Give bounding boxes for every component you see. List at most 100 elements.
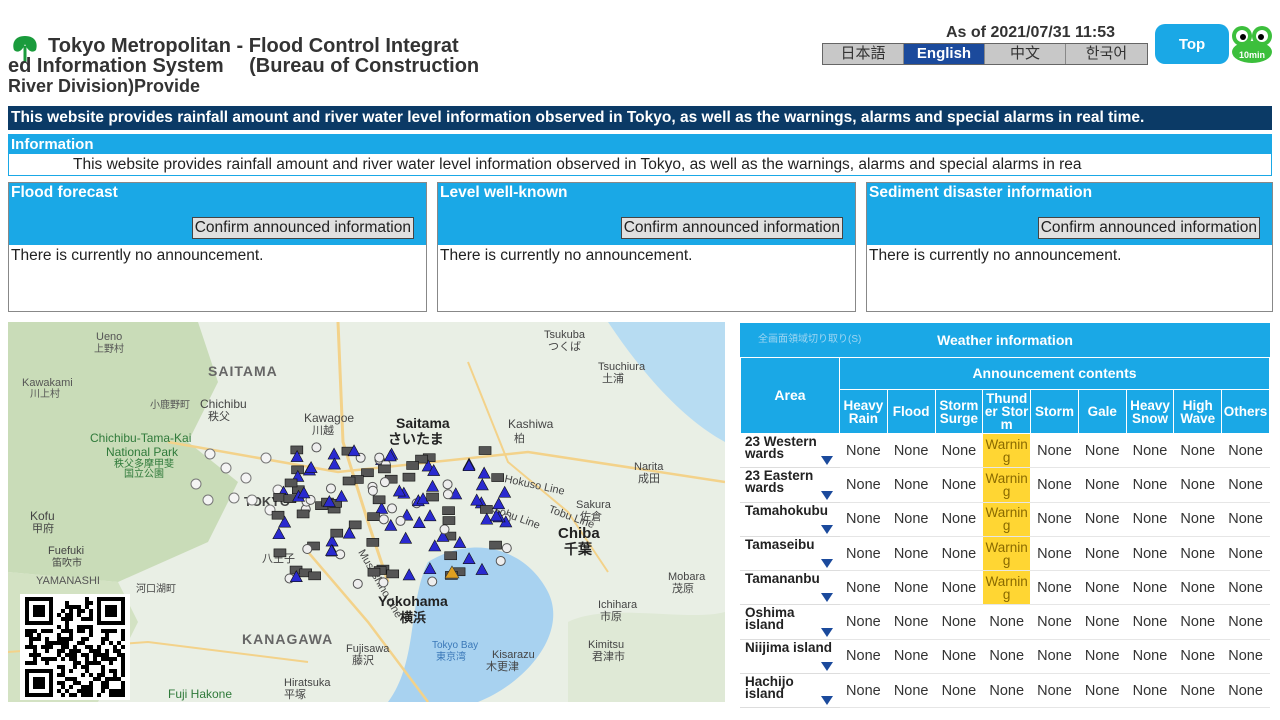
map-label: Sakura (576, 499, 612, 511)
camera-marker-icon[interactable] (478, 446, 492, 455)
camera-marker-icon[interactable] (444, 551, 457, 561)
camera-marker-icon[interactable] (489, 540, 502, 550)
language-chinese[interactable]: 中文 (985, 44, 1066, 64)
camera-marker-icon[interactable] (271, 510, 285, 520)
camera-marker-icon[interactable] (480, 505, 493, 514)
area-cell[interactable]: Tamaseibu (740, 535, 840, 572)
language-japanese[interactable]: 日本語 (823, 44, 904, 64)
camera-marker-icon[interactable] (308, 571, 321, 581)
rain-gauge-marker-icon[interactable] (378, 514, 389, 525)
area-cell[interactable]: Niijima island (740, 638, 840, 675)
value-cell: None (1125, 535, 1175, 572)
value-cell: None (1173, 673, 1223, 709)
map-label: 藤沢 (352, 653, 374, 667)
value-cell: None (1173, 638, 1223, 675)
rain-gauge-marker-icon[interactable] (302, 543, 313, 554)
map-label: Ueno (96, 331, 122, 343)
qr-code[interactable] (20, 594, 130, 700)
map-label: 平塚 (284, 688, 306, 701)
expand-triangle-icon[interactable] (821, 627, 833, 637)
area-cell[interactable]: Tamahokubu (740, 501, 840, 537)
rain-gauge-marker-icon[interactable] (367, 485, 378, 496)
expand-triangle-icon[interactable] (821, 490, 833, 500)
expand-triangle-icon[interactable] (821, 593, 833, 603)
area-name: Tamananbu (745, 571, 820, 587)
panel-title: Level well-known (440, 184, 568, 201)
value-cell: None (1125, 638, 1175, 675)
rain-gauge-marker-icon[interactable] (387, 503, 398, 514)
language-korean[interactable]: 한국어 (1066, 44, 1147, 64)
area-cell[interactable]: Hachijo island (740, 673, 840, 709)
camera-marker-icon[interactable] (273, 548, 287, 558)
rain-gauge-marker-icon[interactable] (325, 483, 336, 494)
rain-gauge-marker-icon[interactable] (379, 477, 390, 488)
rain-gauge-marker-icon[interactable] (204, 448, 216, 460)
expand-triangle-icon[interactable] (821, 696, 833, 706)
rain-gauge-marker-icon[interactable] (246, 494, 258, 506)
map-label: Kashiwa (508, 417, 554, 431)
rain-gauge-marker-icon[interactable] (311, 442, 322, 453)
map-label: 市原 (600, 609, 622, 623)
camera-marker-icon[interactable] (342, 476, 356, 486)
camera-marker-icon[interactable] (426, 492, 439, 502)
rain-gauge-marker-icon[interactable] (202, 494, 214, 506)
top-button[interactable]: Top (1155, 24, 1229, 64)
camera-marker-icon[interactable] (330, 528, 344, 538)
camera-marker-icon[interactable] (367, 567, 381, 577)
expand-triangle-icon[interactable] (821, 662, 833, 672)
expand-triangle-icon[interactable] (821, 456, 833, 466)
map-label: 笛吹市 (52, 556, 82, 569)
rain-gauge-marker-icon[interactable] (352, 578, 363, 589)
map-label: 河口湖町 (136, 583, 176, 595)
rain-gauge-marker-icon[interactable] (374, 452, 385, 463)
area-cell[interactable]: 23 Western wards (740, 432, 840, 469)
camera-marker-icon[interactable] (386, 569, 400, 579)
rain-gauge-marker-icon[interactable] (439, 524, 450, 535)
camera-marker-icon[interactable] (442, 516, 456, 525)
area-name: Hachijo island (745, 674, 794, 702)
panel-title: Flood forecast (11, 184, 118, 201)
value-cell: None (1077, 501, 1127, 537)
map-label: Fuji Hakone (168, 687, 232, 701)
rain-gauge-marker-icon[interactable] (427, 576, 438, 587)
camera-marker-icon[interactable] (284, 478, 298, 488)
column-header: Others (1221, 389, 1270, 434)
value-cell: None (1030, 535, 1079, 572)
information-box: Information This website provides rainfa… (8, 134, 1272, 176)
camera-marker-icon[interactable] (296, 509, 310, 519)
rain-gauge-marker-icon[interactable] (190, 478, 202, 490)
expand-triangle-icon[interactable] (821, 559, 833, 569)
camera-marker-icon[interactable] (367, 512, 380, 521)
rain-gauge-marker-icon[interactable] (220, 462, 232, 474)
area-cell[interactable]: Tamananbu (740, 570, 840, 606)
rain-gauge-marker-icon[interactable] (501, 543, 512, 554)
value-cell: None (934, 638, 984, 675)
area-cell[interactable]: 23 Eastern wards (740, 467, 840, 503)
value-cell: None (1173, 467, 1223, 503)
expand-triangle-icon[interactable] (821, 524, 833, 534)
camera-marker-icon[interactable] (372, 495, 386, 505)
camera-marker-icon[interactable] (366, 538, 380, 547)
rain-gauge-marker-icon[interactable] (240, 472, 252, 484)
camera-marker-icon[interactable] (442, 506, 455, 516)
language-english[interactable]: English (904, 44, 985, 64)
area-cell[interactable]: Oshima island (740, 604, 840, 640)
map-label: 国立公園 (124, 467, 164, 480)
camera-marker-icon[interactable] (406, 461, 419, 470)
confirm-announced-button[interactable]: Confirm announced information (620, 217, 843, 239)
confirm-announced-button[interactable]: Confirm announced information (1037, 217, 1260, 239)
rain-gauge-marker-icon[interactable] (260, 452, 272, 464)
camera-marker-icon[interactable] (348, 520, 362, 530)
camera-marker-icon[interactable] (378, 464, 391, 474)
rain-gauge-marker-icon[interactable] (442, 479, 453, 490)
camera-marker-icon[interactable] (491, 473, 504, 482)
map-label: 秩父 (208, 410, 230, 423)
camera-marker-icon[interactable] (402, 472, 416, 482)
rain-gauge-marker-icon[interactable] (442, 489, 453, 500)
rain-gauge-marker-icon[interactable] (378, 577, 389, 588)
confirm-announced-button[interactable]: Confirm announced information (191, 217, 414, 239)
rain-gauge-marker-icon[interactable] (395, 515, 406, 526)
frog-mascot-icon[interactable]: 10min (1230, 24, 1274, 64)
rain-gauge-marker-icon[interactable] (228, 492, 240, 504)
rain-gauge-marker-icon[interactable] (495, 555, 506, 566)
